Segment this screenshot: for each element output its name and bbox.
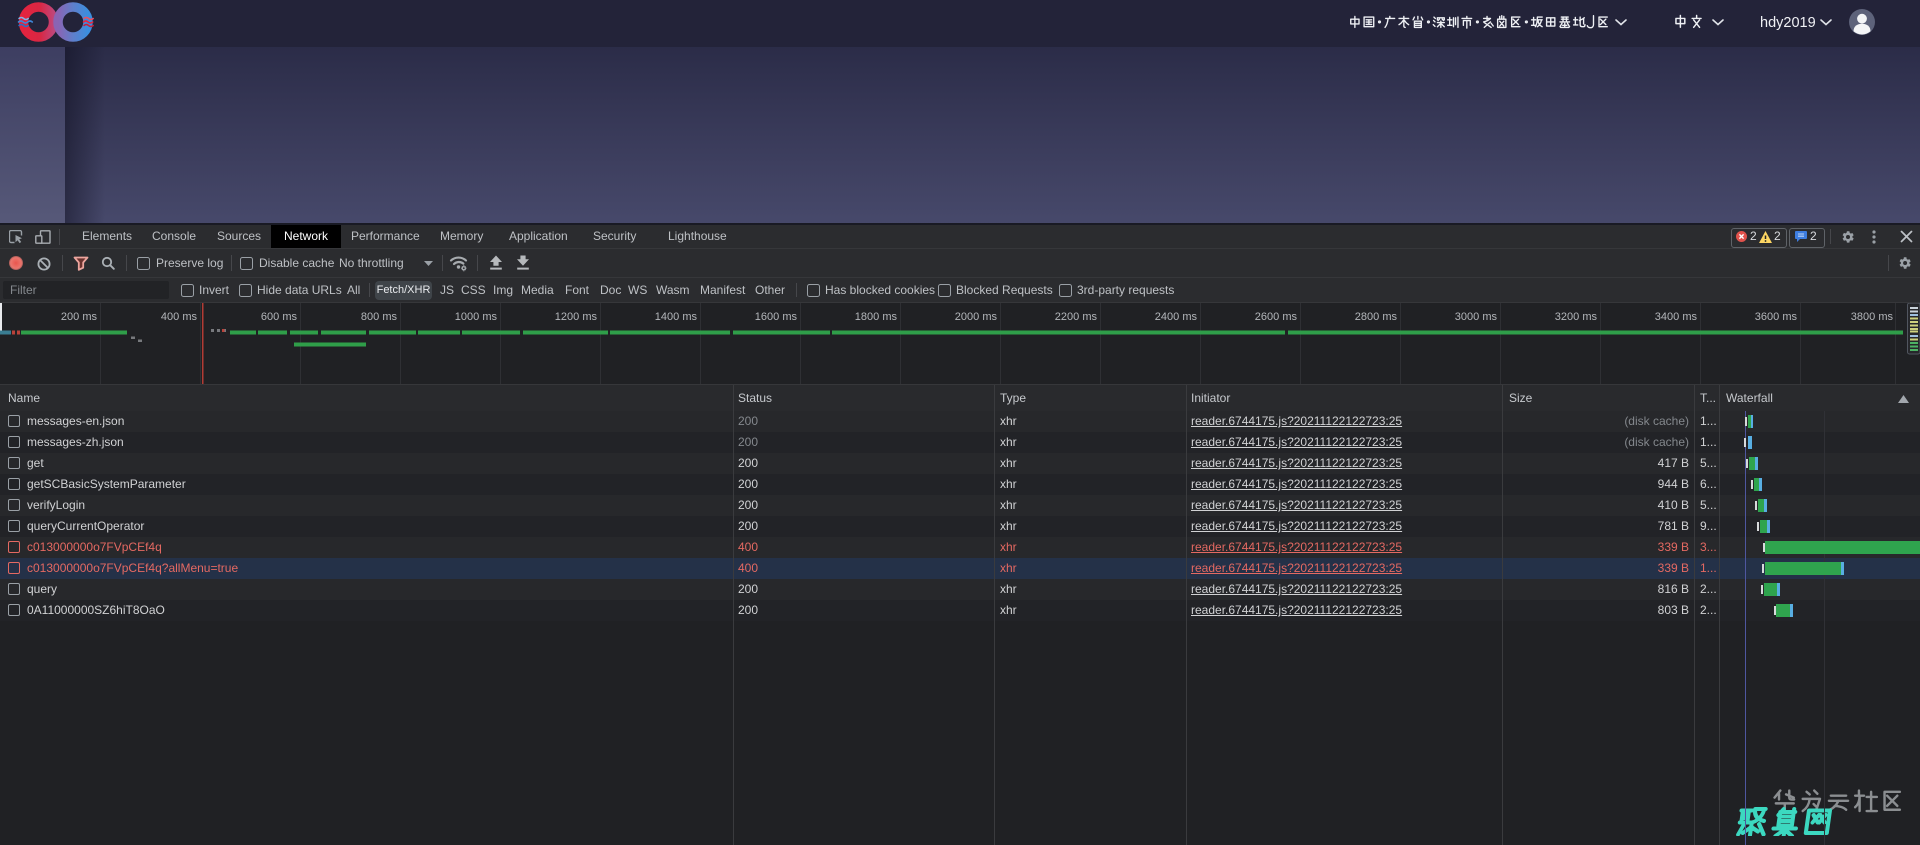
svg-text:1000 ms: 1000 ms [455,311,498,323]
svg-text:3600 ms: 3600 ms [1755,311,1798,323]
svg-text:400 ms: 400 ms [161,311,198,323]
svg-text:2800 ms: 2800 ms [1355,311,1398,323]
svg-text:1400 ms: 1400 ms [655,311,698,323]
svg-text:200 ms: 200 ms [61,311,98,323]
svg-text:2200 ms: 2200 ms [1055,311,1098,323]
svg-text:2000 ms: 2000 ms [955,311,998,323]
svg-text:2400 ms: 2400 ms [1155,311,1198,323]
svg-text:600 ms: 600 ms [261,311,298,323]
svg-text:3800 ms: 3800 ms [1851,311,1894,323]
svg-text:2600 ms: 2600 ms [1255,311,1298,323]
svg-text:3400 ms: 3400 ms [1655,311,1698,323]
svg-text:3000 ms: 3000 ms [1455,311,1498,323]
svg-text:1200 ms: 1200 ms [555,311,598,323]
svg-text:1600 ms: 1600 ms [755,311,798,323]
svg-text:3200 ms: 3200 ms [1555,311,1598,323]
svg-text:800 ms: 800 ms [361,311,398,323]
svg-text:1800 ms: 1800 ms [855,311,898,323]
